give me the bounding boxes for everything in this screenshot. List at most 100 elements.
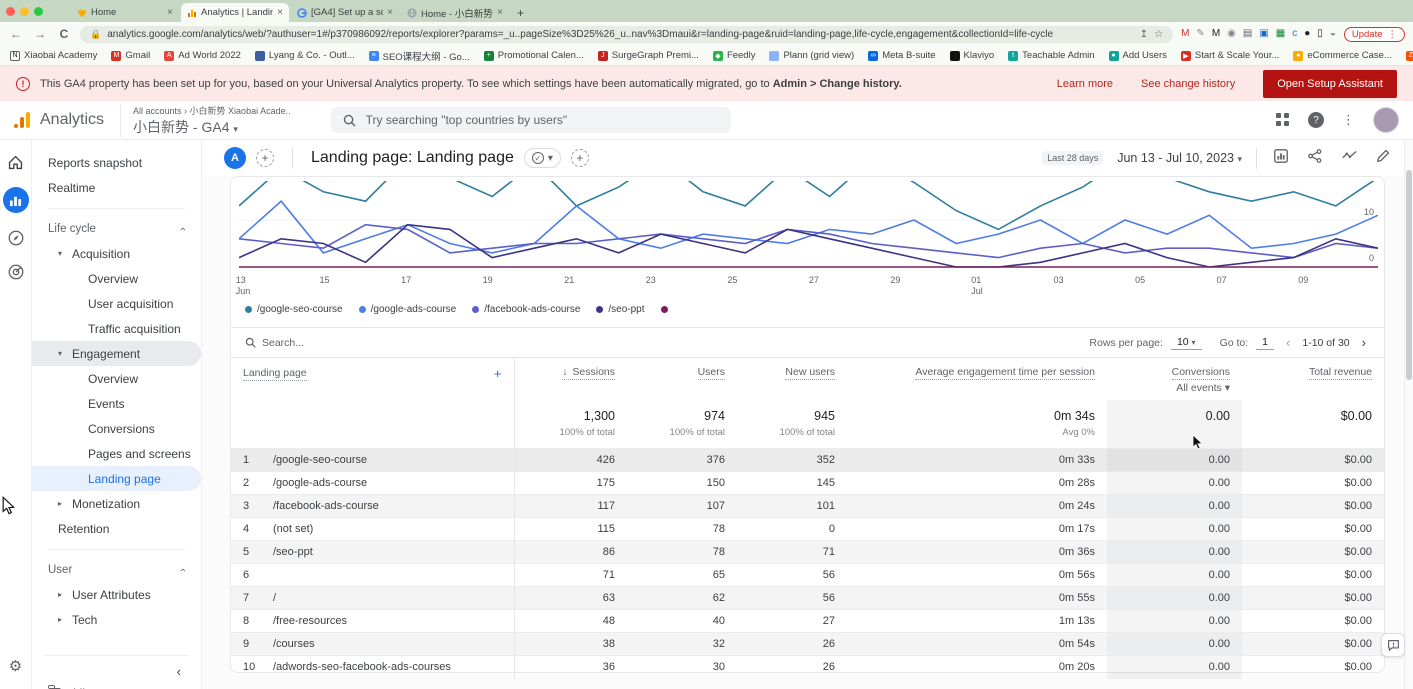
- share-icon[interactable]: [1307, 148, 1323, 169]
- edit-icon[interactable]: [1376, 148, 1391, 168]
- extension-icon[interactable]: ◉: [1227, 29, 1236, 39]
- explore-icon[interactable]: [7, 229, 25, 247]
- add-filter-icon[interactable]: +: [571, 149, 589, 167]
- user-avatar[interactable]: [1373, 107, 1399, 133]
- prev-page-icon[interactable]: ‹: [1282, 335, 1294, 350]
- table-row[interactable]: 2/google-ads-course1751501450m 28s0.00$0…: [231, 472, 1384, 495]
- analytics-logo-icon[interactable]: [14, 112, 30, 128]
- bookmark-item[interactable]: +Promotional Calen...: [484, 50, 584, 61]
- scrollbar-thumb[interactable]: [1406, 170, 1412, 380]
- banner-admin-link[interactable]: Admin > Change history.: [773, 78, 902, 90]
- sidebar-item-retention[interactable]: Retention: [32, 516, 201, 541]
- nav-section-user[interactable]: User›: [32, 558, 201, 582]
- bookmark-item[interactable]: Klaviyo: [950, 50, 995, 61]
- bookmark-item[interactable]: ZZap History: [1406, 50, 1413, 61]
- extension-icon[interactable]: M: [1181, 29, 1189, 39]
- sidebar-item-acquisition[interactable]: ▾Acquisition: [32, 241, 201, 266]
- column-header-average-engagement-time-per-session[interactable]: Average engagement time per session: [847, 358, 1107, 401]
- legend-item[interactable]: /facebook-ads-course: [472, 304, 580, 315]
- table-row[interactable]: 4(not set)1157800m 17s0.00$0.00: [231, 518, 1384, 541]
- forward-button[interactable]: →: [32, 27, 48, 41]
- extension-icon[interactable]: M: [1212, 29, 1220, 39]
- add-dimension-icon[interactable]: +: [494, 366, 502, 381]
- table-row[interactable]: 10/adwords-seo-facebook-ads-courses36302…: [231, 656, 1384, 679]
- page-scrollbar[interactable]: [1404, 140, 1413, 689]
- see-change-history-link[interactable]: See change history: [1141, 78, 1235, 90]
- sidebar-item-traffic-acquisition[interactable]: Traffic acquisition: [32, 316, 201, 341]
- nav-section-life-cycle[interactable]: Life cycle›: [32, 217, 201, 241]
- browser-menu-icon[interactable]: ⋮: [1388, 29, 1398, 40]
- add-comparison-icon[interactable]: +: [256, 149, 274, 167]
- bookmark-item[interactable]: tTeachable Admin: [1008, 50, 1094, 61]
- caret-down-icon[interactable]: ▾: [58, 249, 66, 258]
- browser-tab[interactable]: Analytics | Landing page: Land×: [181, 3, 289, 22]
- account-switcher[interactable]: All accounts › 小白新势 Xiaobai Acade.. 小白新势…: [120, 104, 291, 137]
- caret-right-icon[interactable]: ▸: [58, 590, 66, 599]
- bookmark-item[interactable]: ●Add Users: [1109, 50, 1167, 61]
- sidebar-item-user-attributes[interactable]: ▸User Attributes: [32, 582, 201, 607]
- collapse-nav-icon[interactable]: ‹: [32, 656, 201, 689]
- reports-icon[interactable]: [3, 187, 29, 213]
- column-header-landing-page[interactable]: Landing page+: [231, 358, 514, 401]
- apps-grid-icon[interactable]: [1276, 113, 1290, 127]
- home-icon[interactable]: [7, 154, 24, 171]
- column-header-users[interactable]: Users: [627, 358, 737, 401]
- legend-item[interactable]: /google-seo-course: [245, 304, 343, 315]
- bookmark-item[interactable]: AAd World 2022: [164, 50, 241, 61]
- caret-right-icon[interactable]: ▸: [58, 499, 66, 508]
- window-controls[interactable]: [6, 0, 43, 22]
- tab-close-icon[interactable]: ×: [497, 7, 503, 18]
- column-header-new-users[interactable]: New users: [737, 358, 847, 401]
- bookmark-star-icon[interactable]: ☆: [1154, 29, 1163, 40]
- tab-close-icon[interactable]: ×: [277, 7, 283, 18]
- bookmark-item[interactable]: ≡SEO课程大纲 - Go...: [369, 49, 470, 63]
- events-filter-dropdown[interactable]: All events ▾: [1119, 382, 1230, 394]
- learn-more-link[interactable]: Learn more: [1057, 78, 1113, 90]
- bookmark-item[interactable]: ◆Feedly: [713, 50, 756, 61]
- close-window-button[interactable]: [6, 7, 15, 16]
- sidebar-item-tech[interactable]: ▸Tech: [32, 607, 201, 632]
- table-search-input[interactable]: Search...: [245, 337, 304, 349]
- legend-item[interactable]: /seo-ppt: [596, 304, 644, 315]
- next-page-icon[interactable]: ›: [1358, 335, 1370, 350]
- bookmark-item[interactable]: ●eCommerce Case...: [1293, 50, 1391, 61]
- extension-icon[interactable]: c: [1292, 29, 1297, 39]
- sidebar-item-pages-and-screens[interactable]: Pages and screens: [32, 441, 201, 466]
- table-row[interactable]: 9/courses3832260m 54s0.00$0.00: [231, 633, 1384, 656]
- extension-icon[interactable]: ▣: [1259, 29, 1268, 39]
- table-row[interactable]: 67165560m 56s0.00$0.00: [231, 564, 1384, 587]
- extension-icon[interactable]: ▦: [1276, 29, 1285, 39]
- extension-icon[interactable]: ▤: [1243, 29, 1252, 39]
- sidebar-item-events[interactable]: Events: [32, 391, 201, 416]
- bookmark-item[interactable]: MGmail: [111, 50, 150, 61]
- sidebar-item-landing-page[interactable]: Landing page: [32, 466, 201, 491]
- bookmark-item[interactable]: NXiaobai Academy: [10, 50, 97, 61]
- open-setup-assistant-button[interactable]: Open Setup Assistant: [1263, 70, 1397, 98]
- column-header-sessions[interactable]: ↓ Sessions: [514, 358, 627, 401]
- address-bar[interactable]: 🔒 analytics.google.com/analytics/web/?au…: [80, 26, 1173, 43]
- tab-close-icon[interactable]: ×: [167, 7, 173, 18]
- caret-down-icon[interactable]: ▾: [58, 349, 66, 358]
- extension-icon[interactable]: ●: [1304, 29, 1310, 39]
- extension-icon[interactable]: ▯: [1317, 29, 1323, 39]
- goto-page-input[interactable]: 1: [1256, 336, 1274, 350]
- back-button[interactable]: ←: [8, 27, 24, 41]
- legend-item[interactable]: [661, 306, 668, 313]
- reload-button[interactable]: C: [56, 27, 72, 41]
- date-range-picker[interactable]: Jun 13 - Jul 10, 2023 ▾: [1117, 151, 1242, 165]
- bookmark-item[interactable]: Lyang & Co. - Outl...: [255, 50, 355, 61]
- browser-tab[interactable]: Home×: [71, 3, 179, 22]
- sidebar-item-overview[interactable]: Overview: [32, 266, 201, 291]
- sidebar-item-realtime[interactable]: Realtime: [32, 175, 201, 200]
- column-header-total-revenue[interactable]: Total revenue: [1242, 358, 1384, 401]
- help-icon[interactable]: ?: [1308, 112, 1324, 128]
- share-page-icon[interactable]: ↥: [1140, 29, 1148, 40]
- table-row[interactable]: 8/free-resources4840271m 13s0.00$0.00: [231, 610, 1384, 633]
- customize-report-icon[interactable]: [1273, 148, 1289, 169]
- sidebar-item-monetization[interactable]: ▸Monetization: [32, 491, 201, 516]
- table-row[interactable]: 3/facebook-ads-course1171071010m 24s0.00…: [231, 495, 1384, 518]
- minimize-window-button[interactable]: [20, 7, 29, 16]
- caret-right-icon[interactable]: ▸: [58, 615, 66, 624]
- sidebar-item-engagement[interactable]: ▾Engagement: [32, 341, 201, 366]
- browser-tab[interactable]: [GA4] Set up a scroll conversi×: [291, 3, 399, 22]
